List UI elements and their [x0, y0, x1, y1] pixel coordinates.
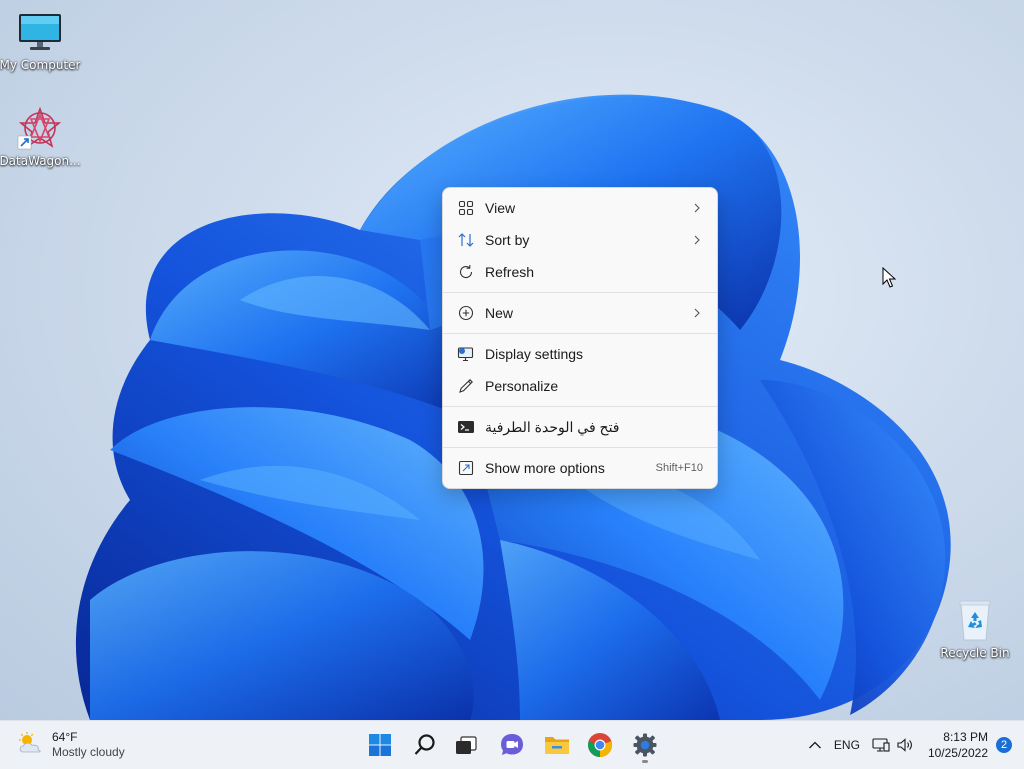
menu-item-label: Refresh [485, 264, 535, 280]
gear-icon [633, 733, 657, 757]
chrome-button[interactable] [580, 725, 620, 765]
more-options-icon [457, 459, 475, 477]
input-language-label: ENG [833, 738, 860, 752]
menu-item-label: Sort by [485, 232, 530, 248]
task-view-icon [456, 736, 477, 754]
clock-date: 10/25/2022 [927, 746, 988, 760]
display-settings-icon [457, 345, 475, 363]
terminal-icon [457, 418, 475, 436]
menu-separator [443, 447, 717, 448]
chat-icon [501, 734, 523, 755]
system-tray: ENG 8:13 PM 10/25/2022 2 [802, 721, 1024, 769]
menu-item-new[interactable]: New [443, 297, 717, 329]
desktop[interactable]: My Computer DataWagon... Recycle Bin Vie… [0, 0, 1024, 720]
menu-item-display-settings[interactable]: Display settings [443, 338, 717, 370]
monitor-icon [16, 8, 64, 56]
volume-icon [897, 738, 912, 752]
running-indicator [642, 760, 648, 763]
menu-item-label: Show more options [485, 460, 605, 476]
chevron-right-icon [691, 234, 703, 246]
weather-temperature: 64°F [52, 730, 78, 744]
clock-button[interactable]: 8:13 PM 10/25/2022 [920, 729, 996, 761]
mouse-cursor-icon [882, 267, 896, 288]
desktop-icon-label: My Computer [0, 58, 81, 72]
menu-separator [443, 333, 717, 334]
task-view-button[interactable] [446, 725, 486, 765]
menu-item-view[interactable]: View [443, 192, 717, 224]
start-button[interactable] [360, 725, 400, 765]
refresh-icon [457, 263, 475, 281]
cloudy-sun-icon [16, 731, 44, 760]
pen-icon [457, 377, 475, 395]
menu-item-label: New [485, 305, 514, 321]
show-hidden-icons-button[interactable] [802, 725, 828, 765]
menu-item-refresh[interactable]: Refresh [443, 256, 717, 288]
chevron-right-icon [691, 202, 703, 214]
chat-button[interactable] [492, 725, 532, 765]
datawagon-icon [16, 104, 64, 152]
menu-item-label: View [485, 200, 516, 216]
sort-icon [457, 231, 475, 249]
file-explorer-button[interactable] [537, 725, 577, 765]
menu-item-show-more-options[interactable]: Show more options Shift+F10 [443, 452, 717, 484]
weather-widget[interactable]: 64°F Mostly cloudy [16, 729, 125, 761]
menu-item-personalize[interactable]: Personalize [443, 370, 717, 402]
clock-time: 8:13 PM [943, 730, 988, 744]
menu-item-label: فتح في الوحدة الطرفية [485, 418, 620, 435]
menu-item-open-in-terminal[interactable]: فتح في الوحدة الطرفية [443, 411, 717, 443]
desktop-icon-label: DataWagon... [0, 154, 81, 168]
weather-condition: Mostly cloudy [52, 745, 125, 759]
menu-item-label: Display settings [485, 346, 584, 362]
chevron-up-icon [808, 741, 821, 749]
recycle-bin-icon [951, 596, 999, 644]
settings-button[interactable] [625, 725, 665, 765]
desktop-icon-my-computer[interactable]: My Computer [0, 8, 80, 72]
notification-badge[interactable]: 2 [996, 737, 1012, 753]
desktop-context-menu: View Sort by Refresh New Display setting… [442, 187, 718, 489]
chrome-icon [588, 733, 612, 757]
new-plus-icon [457, 304, 475, 322]
network-icon [872, 738, 890, 752]
desktop-icon-recycle-bin[interactable]: Recycle Bin [935, 596, 1015, 660]
menu-separator [443, 292, 717, 293]
taskbar: 64°F Mostly cloudy ENG 8:13 PM 10/25/202… [0, 720, 1024, 769]
menu-item-label: Personalize [485, 378, 559, 394]
menu-separator [443, 406, 717, 407]
desktop-icon-label: Recycle Bin [940, 646, 1010, 660]
windows-logo-icon [369, 734, 391, 756]
menu-item-sort-by[interactable]: Sort by [443, 224, 717, 256]
search-button[interactable] [405, 725, 445, 765]
shortcut-label: Shift+F10 [655, 462, 703, 474]
network-volume-button[interactable] [866, 725, 920, 765]
folder-icon [545, 737, 569, 754]
input-language-button[interactable]: ENG [828, 725, 866, 765]
chevron-right-icon [691, 307, 703, 319]
search-icon [414, 734, 435, 755]
view-grid-icon [457, 199, 475, 217]
desktop-icon-datawagon[interactable]: DataWagon... [0, 104, 81, 168]
